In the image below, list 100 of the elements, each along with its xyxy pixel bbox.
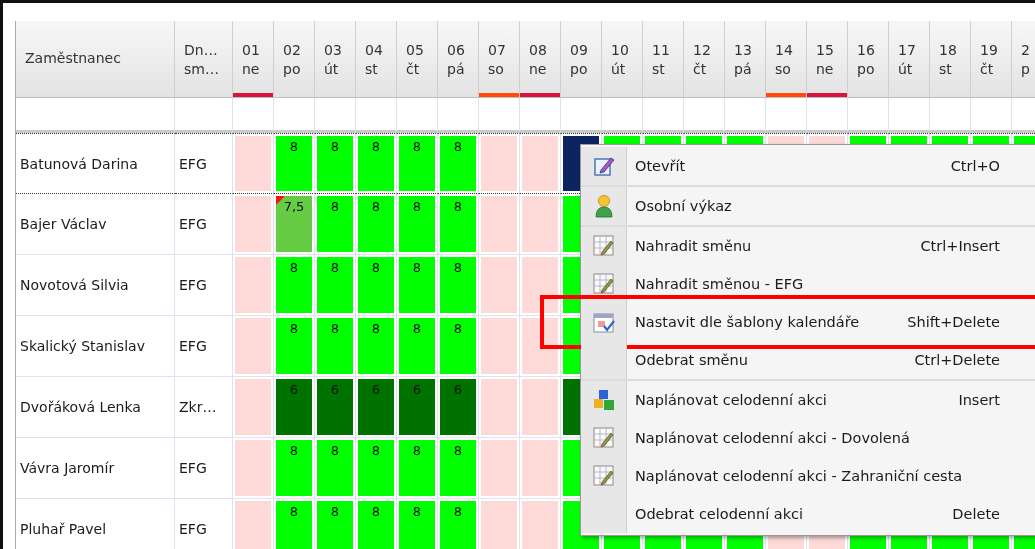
- day-header[interactable]: 01 ne: [233, 21, 274, 98]
- shift-day-cell[interactable]: 8: [276, 136, 312, 191]
- filter-cell[interactable]: [971, 98, 1012, 133]
- shift-day-cell[interactable]: [522, 257, 558, 313]
- shift-day-cell[interactable]: 8: [399, 440, 435, 496]
- shift-day-cell[interactable]: [481, 440, 517, 496]
- shift-day-cell[interactable]: 8: [358, 196, 394, 252]
- menu-item[interactable]: Odebrat směnu Ctrl+Delete: [581, 341, 1035, 381]
- day-header[interactable]: 12 čt: [684, 21, 725, 98]
- shift-day-cell[interactable]: 8: [317, 501, 353, 549]
- day-header[interactable]: 10 út: [602, 21, 643, 98]
- day-header[interactable]: 04 st: [356, 21, 397, 98]
- shift-day-cell[interactable]: 8: [358, 440, 394, 496]
- filter-cell[interactable]: [725, 98, 766, 133]
- shift-day-cell[interactable]: 8: [440, 501, 476, 549]
- shift-day-cell[interactable]: 8: [399, 501, 435, 549]
- shift-day-cell[interactable]: 8: [358, 501, 394, 549]
- shift-day-cell[interactable]: [522, 379, 558, 435]
- shift-day-cell[interactable]: [522, 501, 558, 549]
- filter-cell[interactable]: [356, 98, 397, 133]
- day-header[interactable]: 05 čt: [397, 21, 438, 98]
- shift-day-cell[interactable]: [522, 196, 558, 252]
- shift-day-cell[interactable]: [522, 440, 558, 496]
- shift-day-cell[interactable]: 8: [317, 440, 353, 496]
- shift-day-cell[interactable]: 8: [440, 318, 476, 374]
- shift-day-cell[interactable]: 8: [276, 318, 312, 374]
- menu-item[interactable]: Naplánovat celodenní akci - Zahraniční cesta: [581, 457, 1035, 495]
- shift-day-cell[interactable]: [235, 136, 271, 191]
- day-header[interactable]: 18 st: [930, 21, 971, 98]
- shift-day-cell[interactable]: 8: [399, 136, 435, 191]
- shift-day-cell[interactable]: 8: [358, 136, 394, 191]
- filter-cell[interactable]: [807, 98, 848, 133]
- filter-cell[interactable]: [438, 98, 479, 133]
- menu-item[interactable]: Odebrat celodenní akci Delete: [581, 495, 1035, 533]
- shift-day-cell[interactable]: [481, 379, 517, 435]
- shift-day-cell[interactable]: [235, 196, 271, 252]
- day-header[interactable]: 07 so: [479, 21, 520, 98]
- shift-day-cell[interactable]: 8: [440, 257, 476, 313]
- day-header[interactable]: 08 ne: [520, 21, 561, 98]
- day-header[interactable]: 19 čt: [971, 21, 1012, 98]
- shift-day-cell[interactable]: [481, 501, 517, 549]
- shift-day-cell[interactable]: 8: [317, 196, 353, 252]
- shift-day-cell[interactable]: 7,5: [276, 196, 312, 252]
- day-header[interactable]: 02 po: [274, 21, 315, 98]
- menu-item[interactable]: Nahradit směnou - EFG: [581, 265, 1035, 303]
- shift-day-cell[interactable]: 8: [440, 136, 476, 191]
- shift-day-cell[interactable]: 8: [399, 318, 435, 374]
- filter-cell[interactable]: [315, 98, 356, 133]
- day-header[interactable]: 15 ne: [807, 21, 848, 98]
- shift-day-cell[interactable]: [481, 136, 517, 191]
- shift-day-cell[interactable]: 8: [358, 318, 394, 374]
- filter-cell[interactable]: [684, 98, 725, 133]
- shift-day-cell[interactable]: 8: [276, 257, 312, 313]
- shift-day-cell[interactable]: 8: [440, 440, 476, 496]
- shift-day-cell[interactable]: 8: [440, 196, 476, 252]
- filter-cell[interactable]: [233, 98, 274, 133]
- day-header[interactable]: 11 st: [643, 21, 684, 98]
- day-header[interactable]: 17 út: [889, 21, 930, 98]
- shift-day-cell[interactable]: [522, 136, 558, 191]
- day-header[interactable]: 2 p: [1012, 21, 1035, 98]
- day-header[interactable]: 16 po: [848, 21, 889, 98]
- day-header[interactable]: 13 pá: [725, 21, 766, 98]
- filter-cell[interactable]: [16, 98, 175, 133]
- shift-day-cell[interactable]: 8: [358, 257, 394, 313]
- day-header[interactable]: 09 po: [561, 21, 602, 98]
- shift-day-cell[interactable]: [235, 440, 271, 496]
- shift-day-cell[interactable]: 8: [317, 136, 353, 191]
- shift-day-cell[interactable]: [481, 257, 517, 313]
- filter-cell[interactable]: [889, 98, 930, 133]
- column-header[interactable]: Zaměstnanec: [16, 21, 175, 98]
- filter-cell[interactable]: [274, 98, 315, 133]
- filter-cell[interactable]: [930, 98, 971, 133]
- shift-day-cell[interactable]: [481, 318, 517, 374]
- menu-item[interactable]: Naplánovat celodenní akci Insert: [581, 381, 1035, 419]
- day-header[interactable]: 06 pá: [438, 21, 479, 98]
- column-header[interactable]: Dn… sm…: [175, 21, 233, 98]
- menu-item[interactable]: Naplánovat celodenní akci - Dovolená: [581, 419, 1035, 457]
- menu-item[interactable]: Otevřít Ctrl+O: [581, 147, 1035, 187]
- menu-item[interactable]: Osobní výkaz: [581, 187, 1035, 227]
- filter-cell[interactable]: [766, 98, 807, 133]
- shift-day-cell[interactable]: 8: [399, 257, 435, 313]
- shift-day-cell[interactable]: 8: [399, 196, 435, 252]
- filter-cell[interactable]: [602, 98, 643, 133]
- shift-day-cell[interactable]: [235, 257, 271, 313]
- day-header[interactable]: 14 so: [766, 21, 807, 98]
- menu-item[interactable]: Nahradit směnu Ctrl+Insert: [581, 227, 1035, 265]
- shift-day-cell[interactable]: [522, 318, 558, 374]
- filter-cell[interactable]: [561, 98, 602, 133]
- filter-cell[interactable]: [520, 98, 561, 133]
- filter-cell[interactable]: [479, 98, 520, 133]
- shift-day-cell[interactable]: [235, 501, 271, 549]
- shift-day-cell[interactable]: 8: [317, 257, 353, 313]
- filter-cell[interactable]: [643, 98, 684, 133]
- filter-cell[interactable]: [175, 98, 233, 133]
- menu-item[interactable]: Nastavit dle šablony kalendáře Shift+Delete: [581, 303, 1035, 341]
- day-header[interactable]: 03 út: [315, 21, 356, 98]
- shift-day-cell[interactable]: [481, 196, 517, 252]
- filter-cell[interactable]: [848, 98, 889, 133]
- shift-day-cell[interactable]: [235, 318, 271, 374]
- shift-day-cell[interactable]: [235, 379, 271, 435]
